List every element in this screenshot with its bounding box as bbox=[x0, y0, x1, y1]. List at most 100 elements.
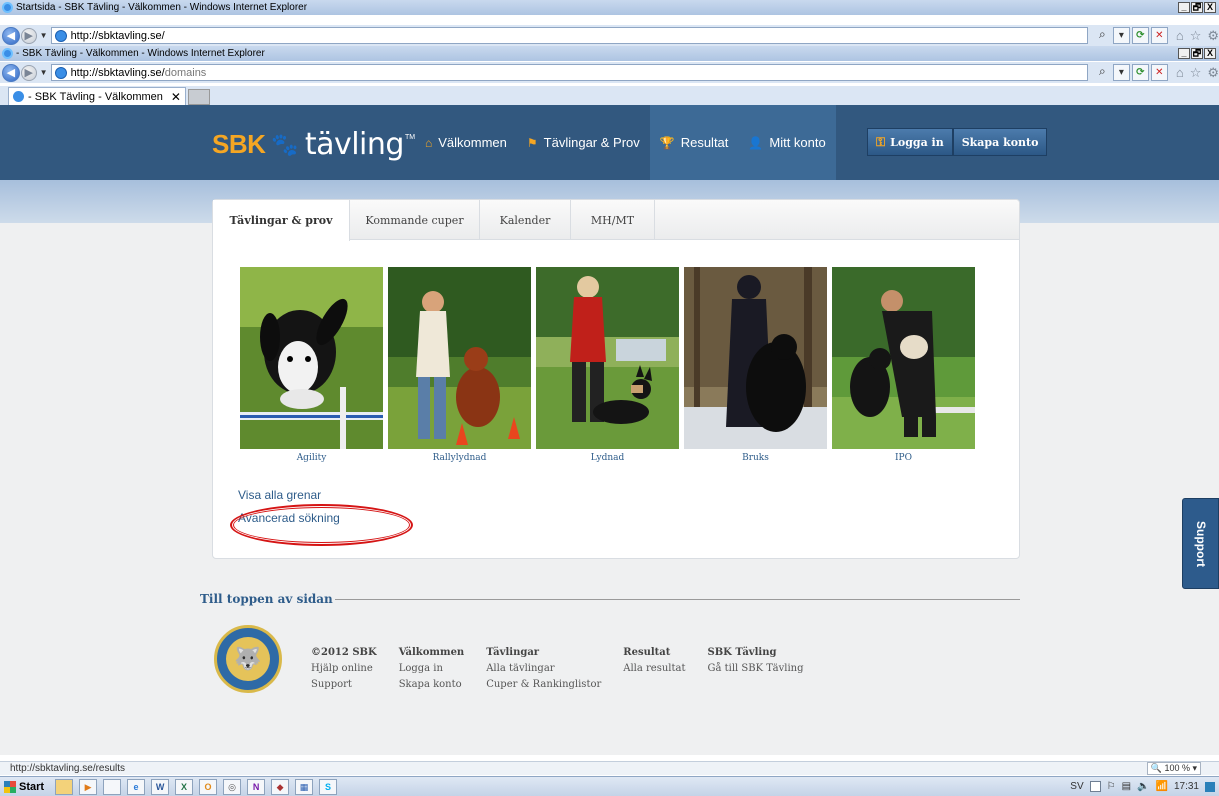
signal-tray-icon[interactable]: 📶 bbox=[1156, 781, 1168, 792]
user-icon: 👤 bbox=[748, 135, 764, 150]
show-desktop-button[interactable] bbox=[1205, 781, 1215, 792]
minimize-button[interactable]: _ bbox=[1178, 2, 1190, 13]
document-taskbar-icon[interactable] bbox=[103, 778, 122, 795]
dropdown-icon[interactable]: ▾ bbox=[1112, 27, 1130, 44]
show-all-disciplines-link[interactable]: Visa alla grenar bbox=[238, 488, 340, 502]
media-taskbar-icon[interactable]: ▶ bbox=[79, 778, 98, 795]
search-icon[interactable]: ⌕ bbox=[1094, 64, 1111, 81]
gallery-item-rallylydnad[interactable]: Rallylydnad bbox=[388, 267, 531, 463]
site-logo[interactable]: SBK 🐾 tävling TM bbox=[212, 127, 415, 162]
gallery-item-bruks[interactable]: Bruks bbox=[684, 267, 827, 463]
refresh-icon[interactable]: ⟳ bbox=[1131, 64, 1149, 81]
explorer-taskbar-icon[interactable] bbox=[55, 778, 74, 795]
network-tray-icon[interactable]: ▤ bbox=[1122, 781, 1131, 792]
key-icon: ⚿ bbox=[876, 134, 886, 149]
forward-button[interactable]: ▶ bbox=[20, 27, 37, 44]
nav-item-tavlingar[interactable]: ⚑ Tävlingar & Prov bbox=[517, 105, 650, 180]
history-dropdown-icon[interactable]: ▼ bbox=[40, 31, 48, 40]
outer-address-row: ◀ ▶ ▼ http://sbktavling.se/ ⌕ ▾ ⟳ ✕ ⌂ ☆ … bbox=[0, 25, 1219, 46]
forward-button[interactable]: ▶ bbox=[20, 64, 37, 81]
close-button[interactable]: X bbox=[1204, 48, 1216, 59]
close-button[interactable]: X bbox=[1204, 2, 1216, 13]
app-taskbar-icon[interactable]: ◆ bbox=[271, 778, 290, 795]
gallery-item-lydnad[interactable]: Lydnad bbox=[536, 267, 679, 463]
new-tab-button[interactable] bbox=[187, 89, 210, 105]
home-icon[interactable]: ⌂ bbox=[1176, 65, 1184, 81]
footer-link-help[interactable]: Hjälp online bbox=[311, 661, 377, 677]
refresh-icon[interactable]: ⟳ bbox=[1131, 27, 1149, 44]
status-bar: http://sbktavling.se/results 🔍 100 % ▾ bbox=[0, 761, 1219, 775]
ipo-photo[interactable] bbox=[832, 267, 975, 449]
outer-title-bar: Startsida - SBK Tävling - Välkommen - Wi… bbox=[0, 0, 1219, 15]
footer-link-all-results[interactable]: Alla resultat bbox=[623, 661, 685, 677]
minimize-button[interactable]: _ bbox=[1178, 48, 1190, 59]
to-top-link[interactable]: Till toppen av sidan bbox=[200, 592, 333, 606]
tray-expand-icon[interactable] bbox=[1089, 781, 1101, 792]
footer-link-support[interactable]: Support bbox=[311, 677, 377, 693]
back-button[interactable]: ◀ bbox=[2, 26, 20, 45]
dog-head-icon: 🐺 bbox=[226, 637, 270, 681]
footer-link-goto-sbk[interactable]: Gå till SBK Tävling bbox=[708, 661, 804, 677]
gear-icon[interactable]: ⚙ bbox=[1207, 65, 1219, 81]
chrome-taskbar-icon[interactable]: ◎ bbox=[223, 778, 242, 795]
gear-icon[interactable]: ⚙ bbox=[1207, 28, 1219, 44]
home-icon: ⌂ bbox=[425, 135, 433, 150]
rallylydnad-photo[interactable] bbox=[388, 267, 531, 449]
nav-item-resultat[interactable]: 🏆 Resultat bbox=[649, 105, 739, 180]
nav-item-valkommen[interactable]: ⌂ Välkommen bbox=[415, 105, 517, 180]
language-indicator[interactable]: SV bbox=[1070, 781, 1083, 792]
browser-tab[interactable]: - SBK Tävling - Välkommen ✕ bbox=[8, 87, 186, 105]
gallery-item-agility[interactable]: Agility bbox=[240, 267, 383, 463]
skype-taskbar-icon[interactable]: S bbox=[319, 778, 338, 795]
back-button[interactable]: ◀ bbox=[2, 63, 20, 82]
home-icon[interactable]: ⌂ bbox=[1176, 28, 1184, 44]
outlook-taskbar-icon[interactable]: O bbox=[199, 778, 218, 795]
word-taskbar-icon[interactable]: W bbox=[151, 778, 170, 795]
trophy-icon: 🏆 bbox=[659, 135, 675, 150]
bruks-photo[interactable] bbox=[684, 267, 827, 449]
outer-address-bar[interactable]: http://sbktavling.se/ bbox=[50, 27, 1088, 44]
start-button[interactable]: Start bbox=[4, 780, 44, 793]
tab-kommande-cuper[interactable]: Kommande cuper bbox=[350, 200, 480, 240]
tab-mh-mt[interactable]: MH/MT bbox=[571, 200, 655, 240]
nav-item-mitt-konto[interactable]: 👤 Mitt konto bbox=[738, 105, 836, 180]
page-icon bbox=[54, 29, 67, 42]
favorites-icon[interactable]: ☆ bbox=[1190, 28, 1202, 44]
support-tab[interactable]: Support bbox=[1182, 498, 1219, 589]
favorites-icon[interactable]: ☆ bbox=[1190, 65, 1202, 81]
agility-photo[interactable] bbox=[240, 267, 383, 449]
footer-link-all-competitions[interactable]: Alla tävlingar bbox=[486, 661, 601, 677]
history-dropdown-icon[interactable]: ▼ bbox=[40, 68, 48, 77]
login-button[interactable]: ⚿ Logga in bbox=[867, 128, 953, 156]
calculator-taskbar-icon[interactable]: ▦ bbox=[295, 778, 314, 795]
ie-icon bbox=[2, 2, 13, 13]
zoom-control[interactable]: 🔍 100 % ▾ bbox=[1146, 762, 1201, 775]
stop-icon[interactable]: ✕ bbox=[1150, 27, 1168, 44]
footer-link-signup[interactable]: Skapa konto bbox=[399, 677, 465, 693]
lydnad-photo[interactable] bbox=[536, 267, 679, 449]
search-icon[interactable]: ⌕ bbox=[1094, 27, 1111, 44]
inner-address-row: ◀ ▶ ▼ http://sbktavling.se/ domains ⌕ ▾ … bbox=[0, 62, 1219, 83]
footer-link-login[interactable]: Logga in bbox=[399, 661, 465, 677]
restore-button[interactable]: 🗗 bbox=[1191, 48, 1203, 59]
gallery-item-ipo[interactable]: IPO bbox=[832, 267, 975, 463]
inner-address-bar[interactable]: http://sbktavling.se/ domains bbox=[50, 64, 1088, 81]
system-tray: SV ⚐ ▤ 🔈 📶 17:31 bbox=[1070, 781, 1219, 792]
ie-icon bbox=[2, 48, 13, 59]
tab-kalender[interactable]: Kalender bbox=[480, 200, 571, 240]
clock[interactable]: 17:31 bbox=[1174, 781, 1199, 792]
dropdown-icon[interactable]: ▾ bbox=[1112, 64, 1130, 81]
excel-taskbar-icon[interactable]: X bbox=[175, 778, 194, 795]
footer-link-cups-rankings[interactable]: Cuper & Rankinglistor bbox=[486, 677, 601, 693]
main-nav: ⌂ Välkommen ⚑ Tävlingar & Prov 🏆 Resulta… bbox=[415, 105, 836, 180]
onenote-taskbar-icon[interactable]: N bbox=[247, 778, 266, 795]
content-card: Tävlingar & prov Kommande cuper Kalender… bbox=[212, 199, 1020, 559]
flag-tray-icon[interactable]: ⚐ bbox=[1107, 781, 1116, 792]
restore-button[interactable]: 🗗 bbox=[1191, 2, 1203, 13]
tab-tavlingar-prov[interactable]: Tävlingar & prov bbox=[213, 200, 350, 241]
tab-close-icon[interactable]: ✕ bbox=[171, 90, 181, 104]
volume-tray-icon[interactable]: 🔈 bbox=[1137, 781, 1149, 792]
stop-icon[interactable]: ✕ bbox=[1150, 64, 1168, 81]
ie-taskbar-icon[interactable]: e bbox=[127, 778, 146, 795]
signup-button[interactable]: Skapa konto bbox=[952, 128, 1048, 156]
